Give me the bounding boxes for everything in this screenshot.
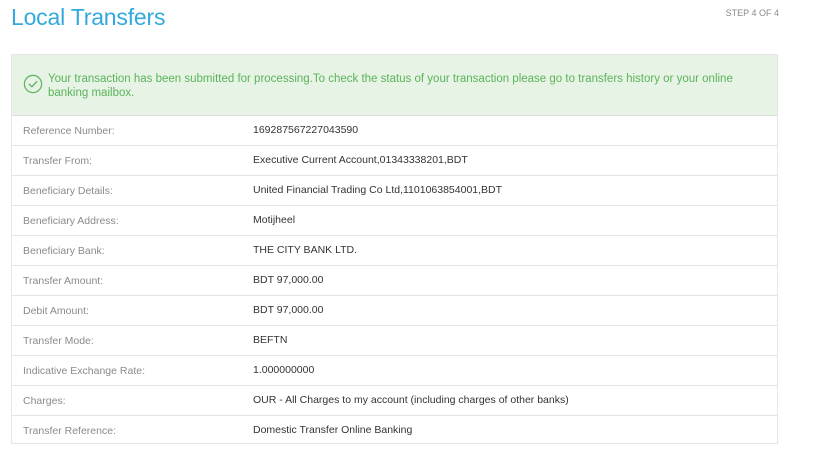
detail-value: Motijheel (253, 214, 296, 226)
detail-value: BEFTN (253, 334, 288, 346)
detail-row: Reference Number: 169287567227043590 (12, 116, 777, 146)
detail-value: OUR - All Charges to my account (includi… (253, 394, 569, 406)
detail-value: THE CITY BANK LTD. (253, 244, 358, 256)
detail-row: Charges: OUR - All Charges to my account… (12, 386, 777, 416)
detail-label: Transfer From: (23, 155, 93, 167)
detail-row: Beneficiary Bank: THE CITY BANK LTD. (12, 236, 777, 266)
detail-value: 1.000000000 (253, 364, 315, 376)
detail-label: Beneficiary Bank: (23, 245, 105, 257)
detail-row: Transfer Mode: BEFTN (12, 326, 777, 356)
detail-label: Beneficiary Details: (23, 185, 113, 197)
detail-row: Beneficiary Details: United Financial Tr… (12, 176, 777, 206)
detail-value: Domestic Transfer Online Banking (253, 424, 413, 436)
detail-row: Transfer Amount: BDT 97,000.00 (12, 266, 777, 296)
detail-row: Transfer Reference: Domestic Transfer On… (12, 416, 777, 446)
detail-label: Indicative Exchange Rate: (23, 365, 145, 377)
detail-value: 169287567227043590 (253, 124, 359, 136)
detail-label: Debit Amount: (23, 305, 89, 317)
page-title: Local Transfers (11, 4, 166, 30)
success-message: Your transaction has been submitted for … (48, 73, 733, 99)
detail-value: BDT 97,000.00 (253, 304, 324, 316)
detail-value: BDT 97,000.00 (253, 274, 324, 286)
transfer-summary-panel: Your transaction has been submitted for … (11, 54, 778, 444)
detail-row: Transfer From: Executive Current Account… (12, 146, 777, 176)
detail-value: United Financial Trading Co Ltd,11010638… (253, 184, 503, 196)
detail-label: Reference Number: (23, 125, 115, 137)
detail-label: Transfer Amount: (23, 275, 104, 287)
detail-row: Indicative Exchange Rate: 1.000000000 (12, 356, 777, 386)
step-indicator: STEP 4 OF 4 (725, 8, 779, 18)
success-alert: Your transaction has been submitted for … (12, 55, 777, 116)
check-circle-icon (23, 74, 43, 94)
detail-label: Transfer Mode: (23, 335, 94, 347)
detail-label: Charges: (23, 395, 66, 407)
detail-row: Debit Amount: BDT 97,000.00 (12, 296, 777, 326)
detail-row: Beneficiary Address: Motijheel (12, 206, 777, 236)
details-table: Reference Number: 169287567227043590 Tra… (12, 116, 777, 446)
detail-label: Beneficiary Address: (23, 215, 119, 227)
detail-label: Transfer Reference: (23, 425, 116, 437)
detail-value: Executive Current Account,01343338201,BD… (253, 154, 468, 166)
